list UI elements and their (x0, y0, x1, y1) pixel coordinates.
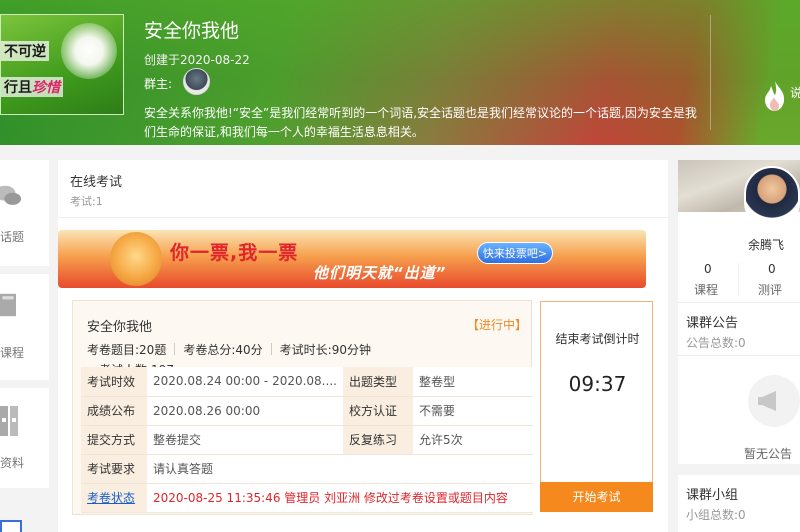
book-icon (0, 293, 16, 317)
countdown-time: 09:37 (568, 372, 627, 396)
exam-info-table: 考试时效 2020.08.24 00:00 - 2020.08.... 出题类型… (81, 367, 533, 513)
megaphone-shape (758, 391, 776, 411)
group-created-date: 创建于2020-08-22 (144, 53, 250, 67)
banner-divider (710, 15, 711, 130)
profile-name[interactable]: 余腾飞 (748, 236, 784, 253)
sidebar-item-materials[interactable]: 资料 (0, 388, 49, 488)
row-value: 不需要 (413, 396, 533, 426)
table-row: 成绩公布 2020.08.26 00:00 校方认证 不需要 (81, 396, 533, 426)
vote-now-button[interactable]: 快来投票吧> (477, 242, 553, 264)
row-key: 出题类型 (343, 367, 413, 397)
requirement-key: 考试要求 (81, 454, 147, 484)
section-title: 在线考试 (70, 175, 123, 190)
row-value: 2020.08.26 00:00 (147, 396, 343, 426)
chat-bubbles-icon (0, 185, 22, 205)
exam-panel: 在线考试 考试:1 你一票,我一票 他们明天就“出道” 快来投票吧> 安全你我他… (58, 160, 668, 532)
group-banner: 不可逆 行且珍惜 安全你我他 创建于2020-08-22 群主: 安全关系你我他… (0, 0, 800, 145)
owner-profile-card: 余腾飞 0 课程 0 测评 (678, 160, 800, 302)
sidebar-item-label: 资料 (0, 456, 25, 470)
dandelion-graphic (61, 23, 117, 79)
meta-separator (174, 343, 176, 355)
divider (678, 355, 800, 356)
meta-score: 考卷总分:40分 (183, 343, 263, 357)
requirement-value: 请认真答题 (147, 454, 533, 484)
exam-card: 安全你我他 【进行中】 考卷题目:20题 考卷总分:40分 考试时长:90分钟 考试… (72, 300, 533, 515)
group-notice-card: 课群公告 公告总数:0 暂无公告 (678, 302, 800, 464)
row-value: 2020.08.24 00:00 - 2020.08.... (147, 367, 343, 397)
notice-title: 课群公告 (686, 316, 739, 331)
row-key: 反复练习 (343, 425, 413, 455)
sidebar-item-topics[interactable]: 话题 (0, 160, 49, 266)
table-row: 考试要求 请认真答题 (81, 454, 533, 484)
divider (58, 217, 668, 218)
owner-avatar[interactable] (183, 68, 210, 95)
row-key: 校方认证 (343, 396, 413, 426)
cover-text-a: 行且 (4, 80, 32, 96)
megaphone-icon (748, 375, 800, 427)
start-exam-button[interactable]: 开始考试 (540, 482, 653, 512)
exam-status-link[interactable]: 考卷状态 (81, 483, 147, 513)
folders-icon (0, 406, 18, 436)
row-key: 考试时效 (81, 367, 147, 397)
promo-subline: 他们明天就“出道” (313, 264, 447, 282)
meta-duration: 考试时长:90分钟 (279, 343, 371, 357)
review-label[interactable]: 测评 (758, 281, 782, 298)
row-value: 整卷型 (413, 367, 533, 397)
course-label[interactable]: 课程 (694, 281, 718, 298)
cover-text-line1: 不可逆 (1, 41, 49, 61)
group-owner-label: 群主: (144, 77, 173, 91)
mascot-image (110, 232, 162, 286)
table-row: 提交方式 整卷提交 反复练习 允许5次 (81, 425, 533, 455)
meta-questions: 考卷题目:20题 (87, 343, 167, 357)
row-key: 成绩公布 (81, 396, 147, 426)
fire-icon[interactable] (762, 80, 788, 112)
group-teams-card: 课群小组 小组总数:0 (678, 475, 800, 532)
countdown-label: 结束考试倒计时 (555, 332, 640, 346)
exam-title[interactable]: 安全你我他 (87, 316, 152, 335)
meta-separator (270, 343, 272, 355)
group-title: 安全你我他 (144, 20, 240, 42)
cover-text-line2: 行且珍惜 (1, 77, 63, 97)
countdown-panel: 结束考试倒计时 09:37 开始考试 (540, 301, 653, 512)
stat-divider (738, 263, 739, 295)
cover-text-b: 珍惜 (32, 80, 60, 96)
group-cover-image: 不可逆 行且珍惜 (0, 14, 124, 115)
exam-count: 考试:1 (70, 195, 103, 208)
notice-count: 公告总数:0 (686, 336, 746, 350)
sidebar-partial-item[interactable] (0, 520, 22, 532)
row-key: 提交方式 (81, 425, 147, 455)
row-value: 整卷提交 (147, 425, 343, 455)
sidebar-item-courses[interactable]: 课程 (0, 274, 49, 380)
group-description: 安全关系你我他!“安全”是我们经常听到的一个词语,安全话题也是我们经常议论的一个… (144, 106, 697, 139)
fire-label[interactable]: 说 (790, 84, 800, 101)
table-row: 考卷状态 2020-08-25 11:35:46 管理员 刘亚洲 修改过考卷设置… (81, 483, 533, 513)
vote-promo-banner[interactable]: 你一票,我一票 他们明天就“出道” 快来投票吧> (58, 230, 646, 288)
status-badge: 【进行中】 (467, 318, 528, 332)
status-log: 2020-08-25 11:35:46 管理员 刘亚洲 修改过考卷设置或题目内容 (147, 483, 533, 513)
profile-avatar[interactable] (744, 166, 800, 230)
review-count: 0 (768, 262, 776, 276)
teams-count: 小组总数:0 (686, 508, 746, 522)
notice-empty-text: 暂无公告 (744, 447, 793, 461)
teams-title: 课群小组 (686, 488, 739, 503)
sidebar-item-label: 课程 (0, 346, 25, 360)
course-count: 0 (704, 262, 712, 276)
row-value: 允许5次 (413, 425, 533, 455)
promo-headline: 你一票,我一票 (170, 242, 299, 264)
sidebar-item-label: 话题 (0, 230, 25, 244)
table-row: 考试时效 2020.08.24 00:00 - 2020.08.... 出题类型… (81, 367, 533, 397)
exam-meta: 考卷题目:20题 考卷总分:40分 考试时长:90分钟 (87, 341, 371, 358)
